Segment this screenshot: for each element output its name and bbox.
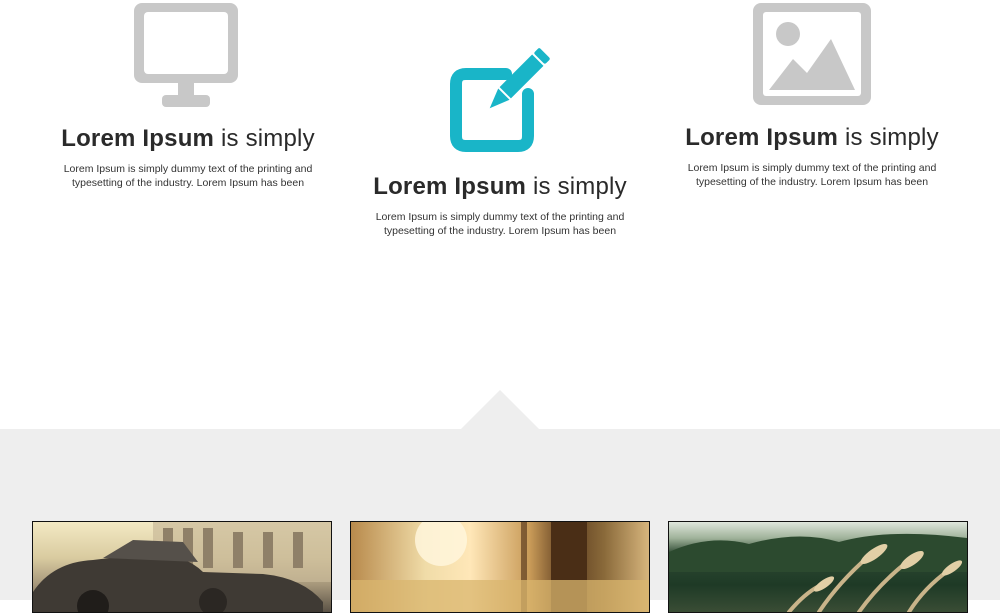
feature-title-3: Lorem Ipsum is simply (685, 124, 939, 151)
feature-card-2: Lorem Ipsum is simply Lorem Ipsum is sim… (350, 0, 650, 238)
feature-card-1: Lorem Ipsum is simply Lorem Ipsum is sim… (38, 0, 338, 190)
gallery-thumbnail-wheat[interactable] (668, 521, 968, 613)
gallery-thumbnail-forest[interactable] (350, 521, 650, 613)
wheat-photo (669, 533, 967, 612)
section-pointer (461, 390, 539, 429)
feature-title-1: Lorem Ipsum is simply (61, 125, 315, 152)
forest-photo (351, 522, 649, 612)
feature-text-1: Lorem Ipsum is simply dummy text of the … (63, 163, 313, 189)
image-icon (753, 3, 871, 105)
feature-card-3: Lorem Ipsum is simply Lorem Ipsum is sim… (662, 0, 962, 189)
feature-title-2: Lorem Ipsum is simply (373, 173, 627, 200)
feature-text-3: Lorem Ipsum is simply dummy text of the … (687, 162, 937, 188)
gallery-thumbnail-car[interactable] (32, 521, 332, 613)
monitor-icon (134, 3, 238, 107)
edit-icon (450, 48, 550, 152)
feature-text-2: Lorem Ipsum is simply dummy text of the … (375, 211, 625, 237)
car-photo (33, 522, 331, 612)
